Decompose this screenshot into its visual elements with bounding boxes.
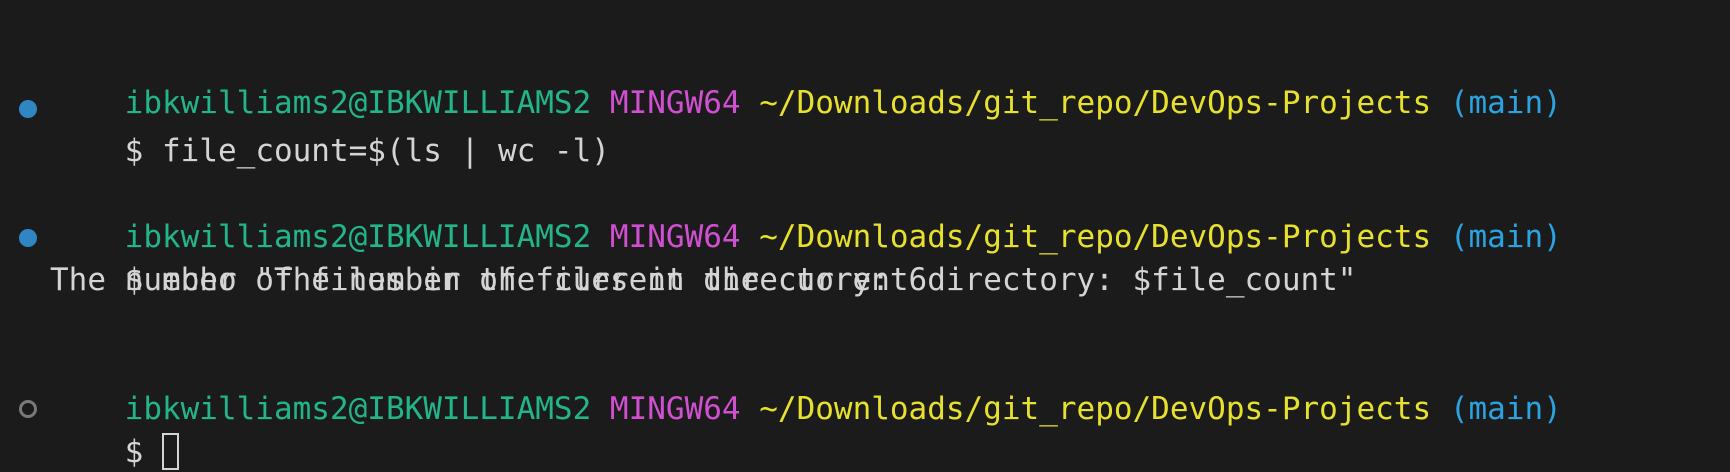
command-success-decoration-icon[interactable]	[19, 229, 37, 247]
branch-close-paren: )	[1543, 85, 1562, 121]
prompt-path: ~/Downloads/git_repo/DevOps-Projects	[759, 85, 1432, 121]
text-cursor[interactable]	[162, 433, 179, 470]
prompt-symbol: $	[124, 133, 144, 169]
command-input-line[interactable]: $	[50, 388, 179, 470]
command-success-decoration-icon[interactable]	[19, 100, 37, 118]
prompt-branch: main	[1468, 391, 1544, 427]
command-line: $ echo "The number of files in the curre…	[50, 216, 1357, 298]
branch-close-paren: )	[1543, 391, 1562, 427]
prompt-branch: main	[1468, 219, 1544, 255]
command-output: The number of files in the current direc…	[50, 262, 928, 298]
prompt-symbol: $	[124, 434, 144, 470]
prompt-user-host: ibkwilliams2@IBKWILLIAMS2	[124, 391, 592, 427]
prompt-system: MINGW64	[609, 391, 741, 427]
terminal-panel[interactable]: ibkwilliams2@IBKWILLIAMS2 MINGW64 ~/Down…	[0, 0, 1730, 472]
command-line: $ file_count=$(ls | wc -l)	[50, 87, 610, 169]
command-text: file_count=$(ls | wc -l)	[162, 133, 610, 169]
command-pending-decoration-icon[interactable]	[19, 400, 37, 418]
branch-close-paren: )	[1543, 219, 1562, 255]
branch-open-paren: (	[1449, 391, 1469, 427]
prompt-line: ibkwilliams2@IBKWILLIAMS2 MINGW64 ~/Down…	[50, 173, 1562, 255]
branch-open-paren: (	[1449, 219, 1469, 255]
prompt-branch: main	[1468, 85, 1544, 121]
prompt-path: ~/Downloads/git_repo/DevOps-Projects	[759, 391, 1432, 427]
prompt-line: ibkwilliams2@IBKWILLIAMS2 MINGW64 ~/Down…	[50, 39, 1562, 121]
prompt-line: ibkwilliams2@IBKWILLIAMS2 MINGW64 ~/Down…	[50, 345, 1562, 427]
branch-open-paren: (	[1449, 85, 1469, 121]
prompt-system: MINGW64	[609, 85, 741, 121]
